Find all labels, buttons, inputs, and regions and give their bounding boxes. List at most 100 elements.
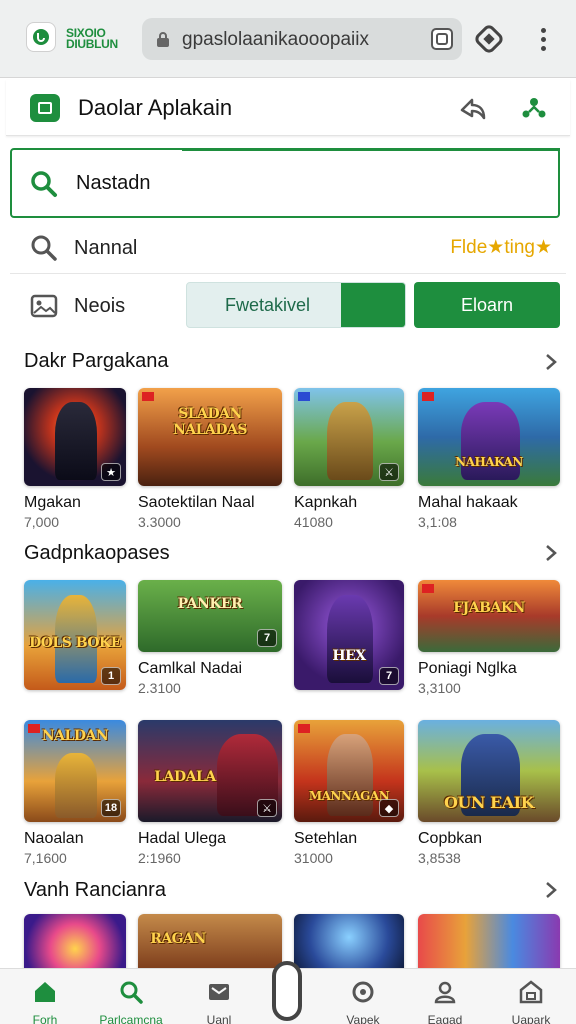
app-card[interactable]: HEX 7 [294,580,406,690]
app-card[interactable] [294,914,406,972]
app-name: Poniagi Nglka [418,660,517,677]
app-thumbnail[interactable] [294,914,404,972]
app-thumbnail[interactable] [418,914,560,972]
app-thumbnail[interactable]: ★ [24,388,126,486]
nav-store[interactable]: Uapark [486,969,576,1024]
app-card[interactable]: RAGAN [138,914,282,972]
app-card[interactable]: NAHAKAN Mahal hakaak 3,1:08 [418,388,560,530]
app-thumbnail[interactable]: RAGAN [138,914,282,972]
badge-icon: 7 [379,667,399,685]
url-text[interactable]: gpaslolaanikaooopaiix [182,29,369,51]
nav-profile[interactable]: Eagad [400,969,490,1024]
search-input[interactable]: Nastadn [10,148,560,218]
app-logo-text: NAHAKAN [455,454,523,469]
app-logo-text: PANKER [177,595,243,612]
section-title[interactable]: Dakr Pargakana [24,350,169,373]
app-card[interactable]: LADALA ⚔ Hadal Ulega 2:1960 [138,720,282,866]
tab-switch-icon[interactable] [430,27,454,51]
chevron-right-icon[interactable] [544,353,558,371]
nav-search[interactable]: Parlcamcna [86,969,176,1024]
app-card[interactable]: DOLS BOKE 1 [24,580,136,690]
filter-toggle-b[interactable]: Eloarn [414,282,560,328]
app-thumbnail[interactable]: NAHAKAN [418,388,560,486]
chevron-right-icon[interactable] [544,881,558,899]
app-logo-text: FJABAKN [453,600,525,617]
app-card[interactable]: PANKER 7 Camlkal Nadai 2.3100 [138,580,282,696]
filter-toggle-a[interactable]: Fwetakivel [186,282,406,328]
app-thumbnail[interactable]: PANKER 7 [138,580,282,652]
app-thumbnail[interactable] [24,914,126,972]
app-header: Daolar Aplakain [6,80,570,136]
nav-label: Uanl [206,1013,232,1024]
app-logo-text: NALDAN [41,728,109,745]
nav-explore[interactable]: Vapek [318,969,408,1024]
app-card[interactable]: MANNAGAN ◆ Setehlan 31000 [294,720,406,866]
app-thumbnail[interactable]: ⚔ [294,388,404,486]
badge-icon: 18 [101,799,121,817]
app-card[interactable]: NALDAN 18 Naoalan 7,1600 [24,720,136,866]
app-thumbnail[interactable]: LADALA ⚔ [138,720,282,822]
section-title[interactable]: Gadpnkaopases [24,542,170,565]
badge-icon: ★ [101,463,121,481]
badge-icon: 7 [257,629,277,647]
bottom-navigation: Forh Parlcamcna Uanl Vapek Eagad Uapark [0,961,576,1024]
search-value: Nastadn [76,172,151,194]
app-count: 7,000 [24,514,60,530]
circle-icon [352,981,374,1003]
app-thumbnail[interactable]: MANNAGAN ◆ [294,720,404,822]
app-name: Kapnkah [294,494,358,511]
app-count: 3,8538 [418,850,461,866]
badge-icon: ◆ [379,799,399,817]
nav-label: Vapek [346,1013,380,1024]
address-bar[interactable]: gpaslolaanikaooopaiix [142,18,462,60]
inbox-icon [209,984,229,1000]
extension-icon[interactable] [474,24,504,54]
app-card[interactable]: ⚔ Kapnkah 41080 [294,388,406,530]
app-logo-text: RAGAN [150,931,206,948]
share-icon[interactable] [458,94,488,122]
home-pill-button[interactable] [272,961,302,1021]
home-icon [35,982,55,1002]
app-count: 3.3000 [138,514,181,530]
app-thumbnail[interactable]: FJABAKN [418,580,560,652]
app-thumbnail[interactable]: HEX 7 [294,580,404,690]
recent-search-label: Nannal [74,237,138,259]
app-name: Saotektilan Naal [138,494,255,511]
app-thumbnail[interactable]: OUN EAIK [418,720,560,822]
nav-inbox[interactable]: Uanl [174,969,264,1024]
people-icon[interactable] [520,94,548,122]
lock-icon [157,32,169,47]
app-thumbnail[interactable]: DOLS BOKE 1 [24,580,126,690]
app-thumbnail[interactable]: NALDAN 18 [24,720,126,822]
search-icon [31,235,57,261]
app-count: 2.3100 [138,680,181,696]
nav-label: Parlcamcna [99,1013,163,1024]
app-logo-text: DOLS BOKE [29,635,121,651]
section-title[interactable]: Vanh Rancianra [24,879,166,902]
app-card[interactable]: ★ Mgakan 7,000 [24,388,136,530]
app-name: Naoalan [24,830,84,847]
app-card[interactable] [418,914,560,972]
app-logo-text: HEX [332,648,366,665]
recent-search-row[interactable]: Nannal Flde★ting★ [10,222,566,274]
app-logo-text: SLADAN NALADAS [173,405,247,438]
more-menu-icon[interactable] [530,24,556,54]
app-card[interactable] [24,914,136,972]
nav-home[interactable]: Forh [0,969,90,1024]
nav-label: Forh [32,1013,58,1024]
app-logo-text: OUN EAIK [443,793,535,813]
app-count: 3,1:08 [418,514,457,530]
badge-icon: ⚔ [379,463,399,481]
app-card[interactable]: OUN EAIK Copbkan 3,8538 [418,720,560,866]
search-icon [31,171,57,197]
chevron-right-icon[interactable] [544,544,558,562]
app-card[interactable]: SLADAN NALADAS Saotektilan Naal 3.3000 [138,388,282,530]
app-card[interactable]: FJABAKN Poniagi Nglka 3,3100 [418,580,560,696]
app-name: Mahal hakaak [418,494,518,511]
image-search-icon[interactable] [30,294,58,318]
app-thumbnail[interactable]: SLADAN NALADAS [138,388,282,486]
app-title: Daolar Aplakain [78,95,233,120]
filter-row: Neois Fwetakivel Eloarn [10,278,566,334]
brand-logo-icon[interactable] [26,22,56,52]
app-name: Hadal Ulega [138,830,227,847]
